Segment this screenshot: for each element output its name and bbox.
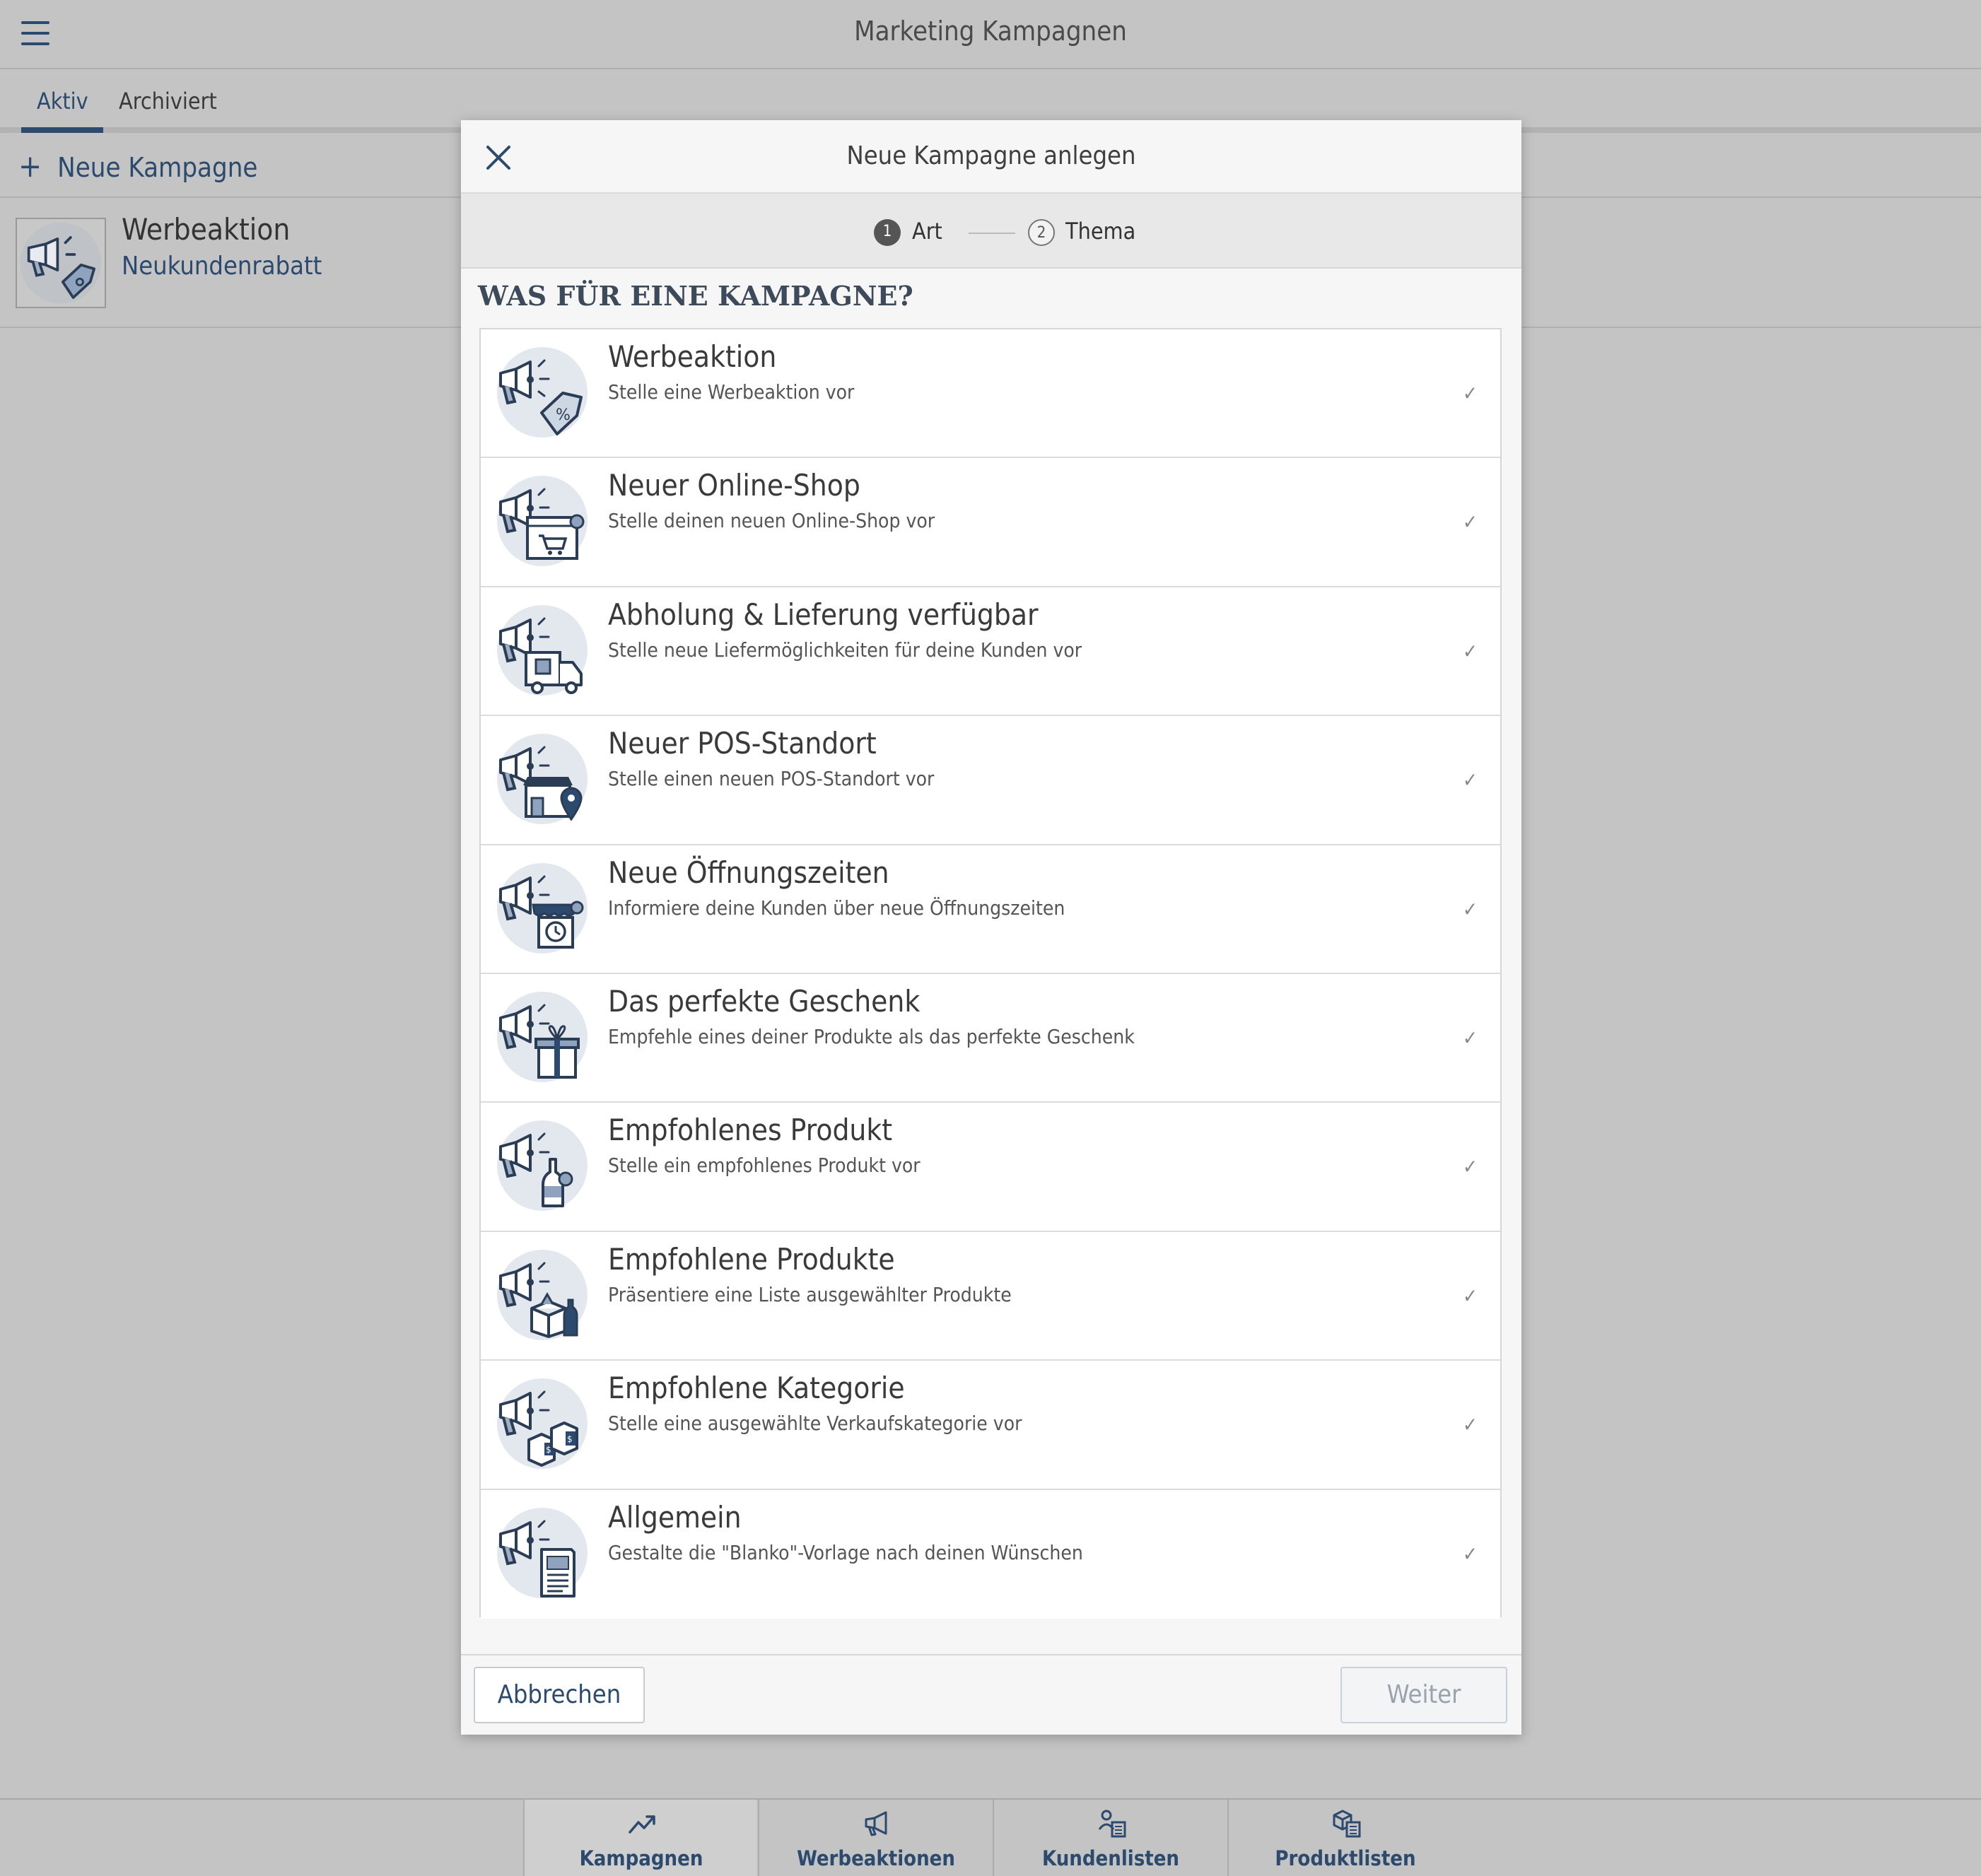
step-connector: [969, 233, 1015, 234]
campaign-subtitle: Neukundenrabatt: [122, 252, 322, 281]
campaign-title: Werbeaktion: [122, 212, 291, 247]
option-title: Neuer Online-Shop: [608, 468, 860, 503]
option-perfektes-geschenk[interactable]: Das perfekte Geschenk Empfehle eines dei…: [481, 973, 1500, 1103]
nav-kundenlisten[interactable]: Kundenlisten: [993, 1800, 1226, 1876]
option-title: Das perfekte Geschenk: [608, 983, 921, 1019]
bottom-navigation: Kampagnen Werbeaktionen Kundenlisten Pro…: [0, 1798, 1981, 1876]
new-campaign-button[interactable]: + Neue Kampagne: [18, 148, 257, 184]
trend-icon: [629, 1815, 655, 1834]
promo-tag-icon: [16, 218, 106, 308]
check-icon: ✓: [1462, 1155, 1478, 1179]
option-description: Stelle neue Liefermöglichkeiten für dein…: [608, 638, 1082, 662]
option-description: Stelle eine Werbeaktion vor: [608, 380, 855, 404]
gift-icon: [497, 991, 588, 1082]
option-title: Empfohlene Produkte: [608, 1241, 895, 1277]
opening-hours-icon: [497, 862, 588, 954]
megaphone-icon: [865, 1811, 887, 1836]
check-icon: ✓: [1462, 1542, 1478, 1566]
store-location-icon: [497, 734, 588, 825]
option-description: Stelle ein empfohlenes Produkt vor: [608, 1154, 921, 1178]
product-box-icon: [497, 1249, 588, 1340]
option-description: Präsentiere eine Liste ausgewählter Prod…: [608, 1282, 1012, 1306]
bottle-icon: [497, 1120, 588, 1212]
delivery-truck-icon: [497, 604, 588, 696]
section-title: WAS FÜR EINE KAMPAGNE?: [478, 280, 913, 312]
stepper: 1 Art 2 Thema: [461, 194, 1521, 269]
tab-aktiv[interactable]: Aktiv: [21, 88, 103, 133]
step-label: Art: [912, 218, 942, 245]
option-empfohlenes-produkt[interactable]: Empfohlenes Produkt Stelle ein empfohlen…: [481, 1103, 1500, 1232]
option-description: Empfehle eines deiner Produkte als das p…: [608, 1024, 1135, 1048]
check-icon: ✓: [1462, 1026, 1478, 1050]
option-abholung-lieferung[interactable]: Abholung & Lieferung verfügbar Stelle ne…: [481, 587, 1500, 717]
option-title: Empfohlene Kategorie: [608, 1371, 905, 1406]
step-number: 2: [1028, 219, 1055, 246]
option-empfohlene-produkte[interactable]: Empfohlene Produkte Präsentiere eine Lis…: [481, 1231, 1500, 1361]
option-neuer-pos-standort[interactable]: Neuer POS-Standort Stelle einen neuen PO…: [481, 716, 1500, 845]
nav-label: Kundenlisten: [1042, 1846, 1179, 1870]
promo-tag-icon: %: [497, 347, 588, 438]
svg-text:$: $: [567, 1434, 573, 1444]
option-description: Gestalte die "Blanko"-Vorlage nach deine…: [608, 1540, 1083, 1564]
nav-label: Kampagnen: [579, 1846, 703, 1870]
option-neue-oeffnungszeiten[interactable]: Neue Öffnungszeiten Informiere deine Kun…: [481, 845, 1500, 974]
new-campaign-label: Neue Kampagne: [57, 152, 258, 183]
campaign-type-list: % Werbeaktion Stelle eine Werbeaktion vo…: [479, 328, 1502, 1619]
tab-archiviert[interactable]: Archiviert: [119, 88, 217, 133]
next-button[interactable]: Weiter: [1340, 1667, 1507, 1723]
nav-werbeaktionen[interactable]: Werbeaktionen: [758, 1800, 991, 1876]
option-title: Neue Öffnungszeiten: [608, 855, 889, 890]
step-number: 1: [874, 219, 901, 246]
dialog-title: Neue Kampagne anlegen: [846, 141, 1136, 170]
option-description: Stelle eine ausgewählte Verkaufskategori…: [608, 1412, 1022, 1436]
app-title: Marketing Kampagnen: [854, 16, 1127, 47]
check-icon: ✓: [1462, 639, 1478, 663]
category-boxes-icon: $ $: [497, 1378, 588, 1470]
svg-text:%: %: [556, 406, 571, 424]
check-icon: ✓: [1462, 897, 1478, 921]
svg-text:$: $: [546, 1445, 551, 1455]
dialog-header: Neue Kampagne anlegen: [461, 120, 1521, 194]
document-icon: [497, 1507, 588, 1598]
step-label: Thema: [1065, 218, 1136, 245]
option-description: Informiere deine Kunden über neue Öffnun…: [608, 896, 1065, 920]
option-allgemein[interactable]: Allgemein Gestalte die "Blanko"-Vorlage …: [481, 1489, 1500, 1619]
option-title: Neuer POS-Standort: [608, 726, 877, 761]
online-shop-icon: [497, 476, 588, 567]
option-title: Werbeaktion: [608, 339, 777, 374]
option-title: Allgemein: [608, 1499, 742, 1535]
option-neuer-online-shop[interactable]: Neuer Online-Shop Stelle deinen neuen On…: [481, 458, 1500, 587]
option-description: Stelle einen neuen POS-Standort vor: [608, 767, 935, 791]
nav-kampagnen[interactable]: Kampagnen: [523, 1800, 756, 1876]
check-icon: ✓: [1462, 510, 1478, 534]
nav-label: Werbeaktionen: [797, 1846, 955, 1870]
check-icon: ✓: [1462, 382, 1478, 405]
option-title: Abholung & Lieferung verfügbar: [608, 597, 1039, 632]
new-campaign-dialog: Neue Kampagne anlegen 1 Art 2 Thema WAS …: [461, 120, 1521, 1735]
cancel-button[interactable]: Abbrechen: [474, 1667, 645, 1723]
check-icon: ✓: [1462, 1413, 1478, 1437]
check-icon: ✓: [1462, 768, 1478, 792]
product-list-icon: [1333, 1810, 1361, 1838]
customer-list-icon: [1098, 1810, 1126, 1838]
plus-icon: +: [18, 148, 42, 184]
option-title: Empfohlenes Produkt: [608, 1113, 893, 1148]
top-app-bar: Marketing Kampagnen: [0, 0, 1981, 69]
option-description: Stelle deinen neuen Online-Shop vor: [608, 509, 935, 533]
check-icon: ✓: [1462, 1284, 1478, 1308]
nav-label: Produktlisten: [1275, 1846, 1416, 1870]
nav-produktlisten[interactable]: Produktlisten: [1227, 1800, 1461, 1876]
dialog-footer: Abbrechen Weiter: [461, 1654, 1521, 1735]
option-empfohlene-kategorie[interactable]: $ $ Empfohlene Kategorie Stelle eine aus…: [481, 1361, 1500, 1490]
option-werbeaktion[interactable]: % Werbeaktion Stelle eine Werbeaktion vo…: [481, 329, 1500, 459]
